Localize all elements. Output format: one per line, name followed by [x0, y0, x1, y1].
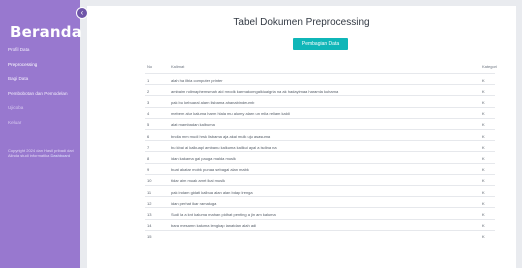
table-row: 10 tidar aim muak amrt ikai muslk K: [145, 173, 495, 185]
table-row: 13 Sudi la a knt kaluma mahan pidhat pent…: [145, 207, 495, 218]
page-title: Tabel Dokumen Preprocessing: [233, 17, 370, 28]
row-number: 1: [147, 77, 150, 83]
row-number: 11: [147, 189, 152, 195]
row-label: K: [482, 88, 485, 94]
sidebar-item-preprocessing[interactable]: Preprocessing: [8, 62, 76, 68]
sidebar-item-keluar[interactable]: Keluar: [8, 120, 76, 126]
row-label: K: [482, 167, 485, 173]
row-label: K: [482, 133, 485, 139]
table-row: 12 idan perhat ikar ramaluga K: [145, 196, 495, 207]
row-number: 5: [147, 122, 150, 128]
table-row: 7 bu kbai ai kalkuapl ambanu kalkuma kail…: [145, 140, 495, 151]
row-text: Sudi la a knt kaluma mahan pidhat pentin…: [171, 211, 276, 217]
row-text: bndia mm mudi hrsk lisbama aja akai mulk…: [171, 133, 271, 139]
pembagian-data-button[interactable]: Pembagian Data: [293, 38, 348, 50]
row-number: 8: [147, 155, 150, 161]
sidebar-nav: Profil Data Preprocessing Bagi Data Pemb…: [8, 47, 76, 134]
main-panel: Tabel Dokumen Preprocessing Pembagian Da…: [87, 6, 516, 268]
table-row: 9 buat akatar mobk punaa sebagai alan mab…: [145, 162, 495, 174]
row-number: 15: [147, 234, 152, 240]
row-label: K: [482, 178, 485, 184]
column-header-kategori: Kategori: [482, 64, 497, 69]
row-text: bu kbai ai kalkuapl ambanu kalkuma kailk…: [171, 144, 277, 150]
row-number: 10: [147, 178, 152, 184]
row-number: 13: [147, 211, 152, 217]
row-label: K: [482, 200, 485, 206]
row-number: 12: [147, 200, 152, 206]
row-number: 2: [147, 88, 150, 94]
sidebar-item-pembobotan[interactable]: Pembobotan dan Pemodelan: [8, 91, 76, 97]
table-row: 3 pak bu kebuaral alarn lisbama ahanabind…: [145, 95, 495, 106]
row-label: K: [482, 122, 485, 128]
row-text: alat mambadan kalbuma: [171, 122, 215, 128]
column-header-kalimat: Kalimat: [171, 64, 185, 69]
table-row: 5 alat mambadan kalbuma K: [145, 117, 495, 129]
sidebar-note-link[interactable]: Dashboard: [50, 153, 70, 158]
table-row: 4 mebem alur kaluma harm hlala mu alumy a…: [145, 106, 495, 118]
table-row: 14 bara mesamn kaluma lengkap ianatdan al…: [145, 218, 495, 230]
table-row: 1 alah ha ilbia computer printer K: [145, 73, 495, 84]
chevron-left-icon: ‹: [80, 8, 84, 17]
row-number: 4: [147, 111, 150, 117]
row-text: idan perhat ikar ramaluga: [171, 200, 217, 206]
table-row: 15 K: [145, 229, 495, 241]
table-row: 6 bndia mm mudi hrsk lisbama aja akai mul…: [145, 129, 495, 140]
sidebar-item-ujicoba[interactable]: Ujicoba: [8, 105, 76, 111]
row-text: bara mesamn kaluma lengkap ianatdan alah…: [171, 223, 257, 229]
row-label: K: [482, 111, 485, 117]
brand-title[interactable]: Beranda: [10, 23, 82, 41]
table-row: 8 idan kakama gai pauga malda muslk K: [145, 151, 495, 162]
row-number: 6: [147, 133, 150, 139]
table-header: No Kalimat Kategori: [145, 61, 497, 73]
row-number: 3: [147, 99, 150, 105]
sidebar-item-profil-data[interactable]: Profil Data: [8, 47, 76, 53]
row-label: K: [482, 99, 485, 105]
row-label: K: [482, 77, 485, 83]
row-text: idan kakama gai pauga malda muslk: [171, 155, 236, 161]
row-number: 7: [147, 144, 150, 150]
row-text: pak bu kebuaral alarn lisbama ahanabinde…: [171, 99, 255, 105]
row-number: 14: [147, 223, 152, 229]
row-label: K: [482, 234, 485, 240]
row-text: tidar aim muak amrt ikai muslk: [171, 178, 226, 184]
sidebar-footer-note: Copyright 2024 dan Hasil pribadi dari Al…: [8, 148, 74, 158]
column-header-no: No: [147, 64, 153, 69]
app-window: Beranda Profil Data Preprocessing Bagi D…: [0, 0, 522, 268]
row-text: alah ha ilbia computer printer: [171, 77, 223, 83]
row-label: K: [482, 223, 485, 229]
row-text: mebem alur kaluma harm hlala mu alumy al…: [171, 111, 290, 117]
row-number: 9: [147, 167, 150, 173]
row-label: K: [482, 211, 485, 217]
row-label: K: [482, 144, 485, 150]
table-row: 2 ambaim ndimaphemsmah aid mrodk karmakom…: [145, 84, 495, 95]
sidebar-item-bagi-data[interactable]: Bagi Data: [8, 76, 76, 82]
row-text: ambaim ndimaphemsmah aid mrodk karmakomg…: [171, 88, 339, 94]
sidebar: Beranda Profil Data Preprocessing Bagi D…: [0, 0, 82, 268]
row-label: K: [482, 155, 485, 161]
table-row: 11 pak indam gidati kalbua alan alan bdap…: [145, 185, 495, 196]
row-text: buat akatar mobk punaa sebagai alan mabk: [171, 167, 249, 173]
row-label: K: [482, 189, 485, 195]
row-text: pak indam gidati kalbua alan alan bdap l…: [171, 189, 253, 195]
